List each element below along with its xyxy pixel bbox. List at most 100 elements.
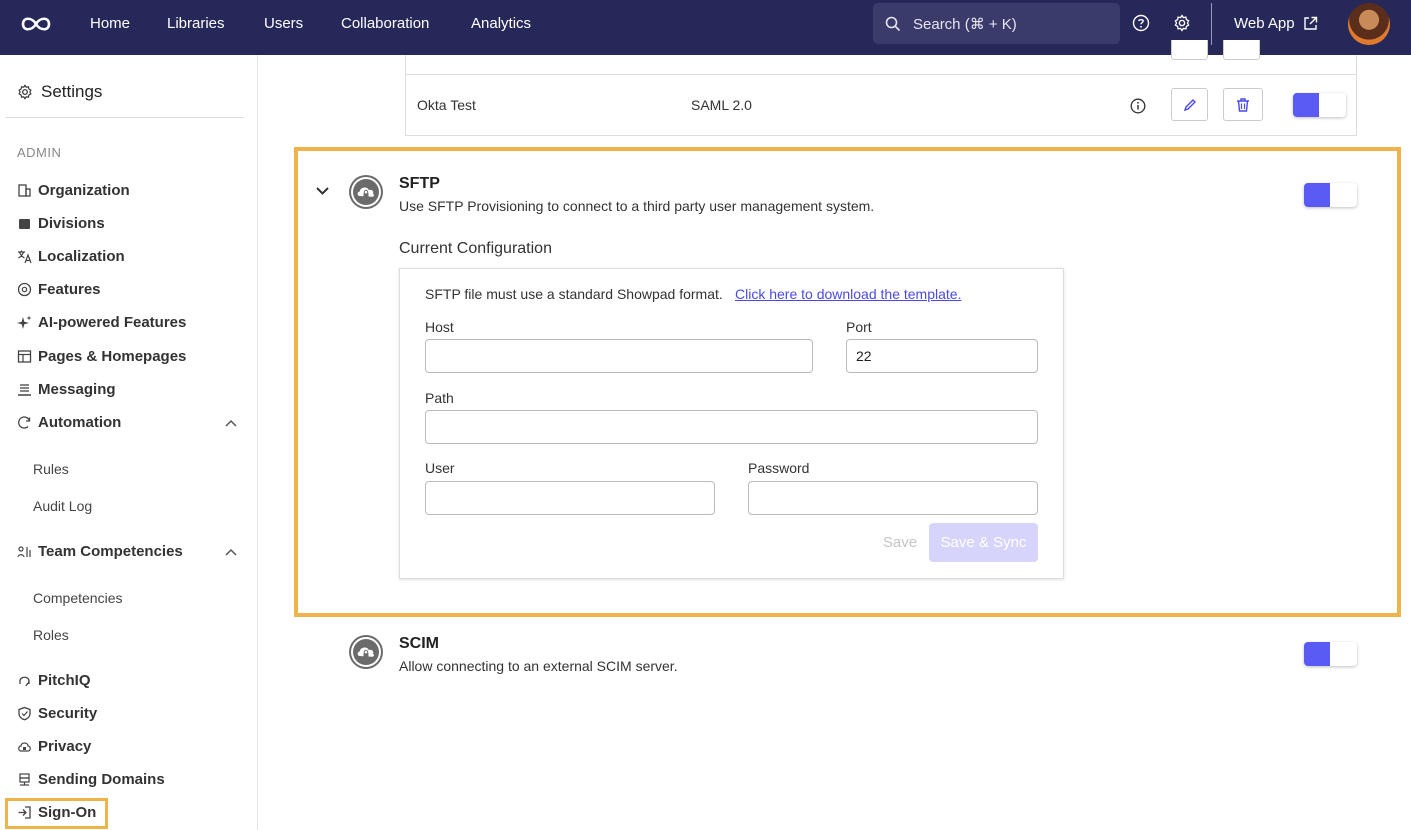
- password-input[interactable]: [748, 481, 1038, 515]
- sftp-enabled-toggle[interactable]: [1304, 183, 1357, 207]
- sidebar-item-label: Organization: [38, 181, 130, 199]
- server-icon: [19, 772, 30, 786]
- sso-table: [405, 55, 1357, 136]
- building-icon: [18, 183, 31, 197]
- download-template-link[interactable]: Click here to download the template.: [735, 286, 961, 302]
- sidebar-item-label: Sending Domains: [38, 770, 165, 788]
- user-input[interactable]: [425, 481, 715, 515]
- chevron-up-icon[interactable]: [224, 418, 238, 428]
- sidebar-title: Settings: [17, 82, 102, 102]
- host-label: Host: [425, 319, 454, 335]
- sidebar-item-label: Security: [38, 704, 98, 722]
- nav-users[interactable]: Users: [264, 0, 303, 55]
- pencil-icon: [1183, 98, 1196, 111]
- nav-collaboration[interactable]: Collaboration: [341, 0, 429, 55]
- password-label: Password: [748, 460, 810, 476]
- showpad-logo-icon[interactable]: [18, 13, 54, 35]
- sidebar-item-ai-features[interactable]: AI-powered Features: [17, 311, 186, 333]
- sparkle-icon: [17, 315, 32, 329]
- sidebar-item-features[interactable]: Features: [17, 278, 101, 300]
- sidebar-item-label: Automation: [38, 413, 122, 431]
- automation-icon: [18, 415, 31, 429]
- sftp-title: SFTP: [399, 175, 440, 192]
- sidebar-item-label: Features: [38, 280, 101, 298]
- privacy-icon: [18, 741, 31, 752]
- save-and-sync-button[interactable]: Save & Sync: [929, 523, 1038, 562]
- sidebar-item-messaging[interactable]: Messaging: [17, 378, 116, 400]
- format-note: SFTP file must use a standard Showpad fo…: [425, 286, 723, 302]
- team-icon: [17, 545, 31, 557]
- gear-icon[interactable]: [1173, 14, 1191, 32]
- translate-icon: [18, 250, 32, 263]
- sso-protocol: SAML 2.0: [691, 97, 752, 113]
- user-avatar[interactable]: [1348, 3, 1390, 45]
- external-link-icon: [1303, 16, 1317, 30]
- edit-button[interactable]: [1171, 88, 1208, 121]
- sidebar-section-admin: ADMIN: [17, 145, 62, 160]
- sidebar-item-automation[interactable]: Automation: [17, 411, 121, 433]
- sso-enabled-toggle[interactable]: [1293, 93, 1346, 117]
- pages-icon: [17, 349, 32, 363]
- sidebar-item-label: Messaging: [38, 380, 116, 398]
- sidebar-item-security[interactable]: Security: [17, 702, 97, 724]
- port-input[interactable]: [846, 339, 1038, 373]
- user-label: User: [425, 460, 455, 476]
- messaging-icon: [18, 383, 31, 396]
- chevron-up-icon[interactable]: [224, 547, 238, 557]
- sidebar-item-privacy[interactable]: Privacy: [17, 735, 91, 757]
- host-input[interactable]: [425, 339, 813, 373]
- settings-sidebar: Settings ADMIN Organization Divisions Lo…: [0, 55, 258, 830]
- scim-enabled-toggle[interactable]: [1304, 642, 1357, 666]
- sidebar-item-label: Privacy: [38, 737, 92, 755]
- search-input[interactable]: Search (⌘ + K): [873, 3, 1120, 44]
- topbar-divider: [1211, 3, 1212, 45]
- nav-libraries[interactable]: Libraries: [167, 0, 225, 55]
- sftp-description: Use SFTP Provisioning to connect to a th…: [399, 198, 875, 214]
- sso-name: Okta Test: [417, 97, 476, 113]
- sidebar-divider: [5, 117, 244, 118]
- pitchiq-icon: [19, 676, 30, 686]
- nav-analytics[interactable]: Analytics: [471, 0, 531, 55]
- nav-home[interactable]: Home: [90, 0, 130, 55]
- chevron-down-icon[interactable]: [315, 186, 330, 196]
- config-title: Current Configuration: [399, 240, 552, 257]
- save-button[interactable]: Save: [875, 523, 925, 561]
- sidebar-item-divisions[interactable]: Divisions: [17, 212, 105, 234]
- sidebar-item-label: Divisions: [38, 214, 105, 232]
- sign-on-highlight: [5, 798, 108, 829]
- features-icon: [17, 282, 32, 296]
- sidebar-item-label: AI-powered Features: [38, 313, 187, 331]
- sidebar-subitem-competencies[interactable]: Competencies: [33, 590, 123, 606]
- delete-button-partial[interactable]: [1223, 40, 1260, 60]
- sidebar-item-sending-domains[interactable]: Sending Domains: [17, 768, 165, 790]
- port-label: Port: [846, 319, 872, 335]
- gear-icon: [18, 84, 32, 100]
- sidebar-subitem-rules[interactable]: Rules: [33, 461, 69, 477]
- sidebar-item-pages-homepages[interactable]: Pages & Homepages: [17, 345, 186, 367]
- path-input[interactable]: [425, 410, 1038, 444]
- help-icon[interactable]: [1132, 14, 1150, 32]
- sidebar-item-label: Team Competencies: [38, 542, 183, 560]
- sidebar-item-pitchiq[interactable]: PitchIQ: [17, 669, 91, 691]
- trash-icon: [1237, 97, 1249, 112]
- sidebar-item-localization[interactable]: Localization: [17, 245, 125, 267]
- sidebar-item-label: PitchIQ: [38, 671, 91, 689]
- cloud-lock-icon: [349, 635, 383, 669]
- path-label: Path: [425, 390, 454, 406]
- delete-button[interactable]: [1223, 88, 1263, 121]
- sidebar-item-label: Localization: [38, 247, 125, 265]
- sidebar-title-label: Settings: [41, 82, 103, 101]
- sidebar-subitem-audit-log[interactable]: Audit Log: [33, 498, 92, 514]
- sidebar-subitem-roles[interactable]: Roles: [33, 627, 69, 643]
- sidebar-item-team-competencies[interactable]: Team Competencies: [17, 540, 183, 562]
- info-icon[interactable]: [1130, 98, 1146, 114]
- scim-title: SCIM: [399, 635, 439, 652]
- table-row-divider: [405, 74, 1357, 75]
- sidebar-item-organization[interactable]: Organization: [17, 179, 130, 201]
- cloud-lock-icon: [349, 175, 383, 209]
- edit-button-partial[interactable]: [1171, 40, 1208, 60]
- shield-icon: [18, 706, 31, 720]
- sidebar-item-label: Pages & Homepages: [38, 347, 187, 365]
- divisions-icon: [19, 218, 30, 229]
- scim-description: Allow connecting to an external SCIM ser…: [399, 658, 678, 674]
